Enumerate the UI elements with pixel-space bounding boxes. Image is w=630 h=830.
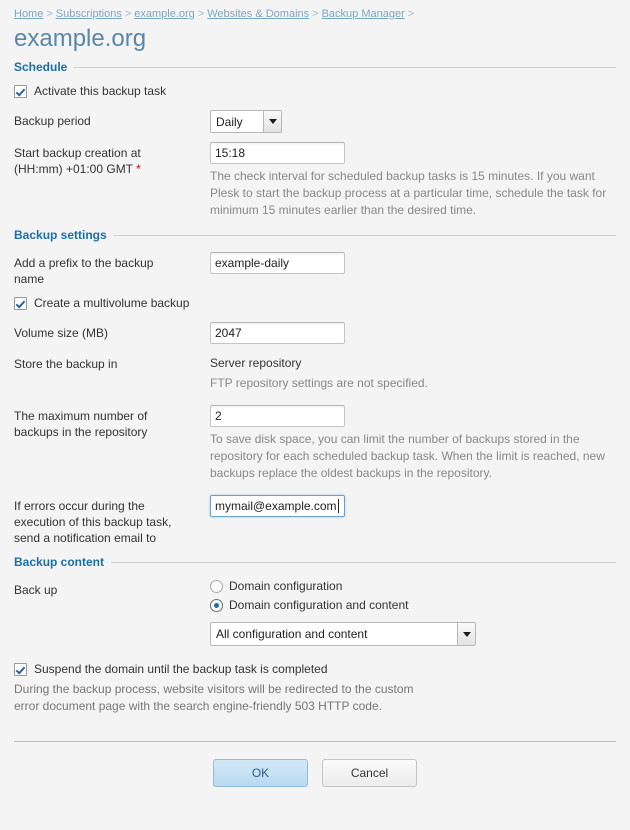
backup-task-settings-page: Home > Subscriptions > example.org > Websites … (0, 0, 630, 830)
max-backups-label: The maximum number of backups in the rep… (14, 405, 210, 440)
section-divider (113, 234, 616, 236)
radio-domain-configuration-and-content-label: Domain configuration and content (229, 598, 409, 612)
chevron-down-icon[interactable] (457, 623, 475, 645)
text-caret (337, 499, 339, 513)
store-backup-in-value: Server repository (210, 356, 302, 370)
breadcrumb-separator: > (407, 8, 415, 20)
breadcrumb-item-subscriptions[interactable]: Subscriptions (56, 8, 122, 20)
input-max-backups-value: 2 (215, 409, 222, 423)
breadcrumb-separator: > (46, 8, 53, 20)
start-backup-time-hint: The check interval for scheduled backup … (210, 169, 607, 217)
input-backup-prefix-value: example-daily (215, 256, 290, 270)
start-backup-time-label-line1: Start backup creation at (14, 146, 141, 160)
footer-buttons: OK Cancel (14, 759, 616, 787)
start-backup-time-row: Start backup creation at (HH:mm) +01:00 … (14, 142, 616, 219)
input-backup-prefix[interactable]: example-daily (210, 252, 345, 274)
volume-size-row: Volume size (MB) 2047 (14, 322, 616, 344)
volume-size-label: Volume size (MB) (14, 326, 109, 340)
input-max-backups[interactable]: 2 (210, 405, 345, 427)
footer-divider (14, 741, 616, 742)
breadcrumb-item-backup-manager[interactable]: Backup Manager (322, 8, 405, 20)
breadcrumb-item-home[interactable]: Home (14, 8, 43, 20)
input-notification-email[interactable]: mymail@example.com (210, 495, 345, 517)
activate-backup-task-row[interactable]: Activate this backup task (14, 84, 616, 99)
notification-email-label-line1: If errors occur during the (14, 499, 145, 513)
breadcrumb-item-example-org[interactable]: example.org (134, 8, 195, 20)
breadcrumb-separator: > (197, 8, 205, 20)
back-up-options-row: Back up Domain configuration Domain conf… (14, 579, 616, 646)
input-volume-size-value: 2047 (215, 326, 242, 340)
select-backup-period-value: Daily (211, 111, 263, 132)
section-title-backup-settings: Backup settings (14, 228, 107, 242)
max-backups-hint: To save disk space, you can limit the nu… (210, 432, 605, 480)
start-backup-time-label-line2: (HH:mm) +01:00 GMT (14, 162, 133, 176)
section-divider (111, 561, 616, 563)
activate-backup-task-label: Activate this backup task (34, 84, 167, 98)
radio-domain-configuration[interactable] (210, 580, 223, 593)
backup-prefix-field: example-daily (210, 252, 616, 274)
section-header-schedule: Schedule (14, 60, 616, 74)
notification-email-label: If errors occur during the execution of … (14, 495, 210, 546)
backup-period-field: Daily (210, 110, 616, 133)
suspend-domain-row[interactable]: Suspend the domain until the backup task… (14, 662, 616, 677)
section-title-backup-content: Backup content (14, 555, 105, 569)
section-header-backup-settings: Backup settings (14, 228, 616, 242)
select-backup-period[interactable]: Daily (210, 110, 282, 133)
start-backup-time-field: 15:18 The check interval for scheduled b… (210, 142, 616, 219)
store-backup-in-field: Server repository FTP repository setting… (210, 353, 616, 392)
breadcrumb-separator: > (312, 8, 319, 20)
checkbox-create-multivolume-backup[interactable] (14, 297, 27, 310)
section-header-backup-content: Backup content (14, 555, 616, 569)
checkbox-activate-backup-task[interactable] (14, 85, 27, 98)
input-volume-size[interactable]: 2047 (210, 322, 345, 344)
checkbox-suspend-domain[interactable] (14, 663, 27, 676)
cancel-button[interactable]: Cancel (322, 759, 417, 787)
radio-domain-configuration-and-content[interactable] (210, 599, 223, 612)
store-backup-in-row: Store the backup in Server repository FT… (14, 353, 616, 392)
start-backup-time-label: Start backup creation at (HH:mm) +01:00 … (14, 142, 210, 177)
radio-row-domain-configuration[interactable]: Domain configuration (210, 579, 616, 594)
notification-email-row: If errors occur during the execution of … (14, 495, 616, 546)
content-select-wrapper: All configuration and content (210, 622, 616, 646)
radio-domain-configuration-label: Domain configuration (229, 579, 343, 593)
backup-prefix-row: Add a prefix to the backup name example-… (14, 252, 616, 287)
backup-period-row: Backup period Daily (14, 110, 616, 133)
select-backup-content[interactable]: All configuration and content (210, 622, 476, 646)
notification-email-label-line3: send a notification email to (14, 531, 157, 545)
store-backup-in-hint: FTP repository settings are not specifie… (210, 376, 428, 390)
backup-prefix-label-line1: Add a prefix to the backup (14, 256, 154, 270)
notification-email-label-line2: execution of this backup task, (14, 515, 172, 529)
max-backups-row: The maximum number of backups in the rep… (14, 405, 616, 482)
back-up-options-field: Domain configuration Domain configuratio… (210, 579, 616, 646)
store-backup-in-label: Store the backup in (14, 357, 118, 371)
ok-button[interactable]: OK (213, 759, 308, 787)
backup-prefix-label: Add a prefix to the backup name (14, 252, 210, 287)
chevron-down-icon[interactable] (263, 111, 281, 132)
select-backup-content-value: All configuration and content (211, 623, 457, 645)
radio-row-domain-configuration-and-content[interactable]: Domain configuration and content (210, 598, 616, 613)
multivolume-backup-label: Create a multivolume backup (34, 296, 190, 310)
breadcrumb-item-websites-and-domains[interactable]: Websites & Domains (207, 8, 309, 20)
required-marker: * (136, 162, 141, 176)
breadcrumb: Home > Subscriptions > example.org > Websites … (14, 0, 616, 21)
backup-period-label: Backup period (14, 114, 91, 128)
input-notification-email-value: mymail@example.com (215, 499, 337, 513)
suspend-domain-label: Suspend the domain until the backup task… (34, 662, 328, 676)
max-backups-label-line1: The maximum number of (14, 409, 148, 423)
volume-size-field: 2047 (210, 322, 616, 344)
breadcrumb-separator: > (124, 8, 132, 20)
max-backups-label-line2: backups in the repository (14, 425, 148, 439)
section-divider (74, 66, 616, 68)
page-title: example.org (14, 25, 147, 52)
suspend-domain-hint: During the backup process, website visit… (14, 682, 414, 713)
input-start-backup-time[interactable]: 15:18 (210, 142, 345, 164)
section-title-schedule: Schedule (14, 60, 68, 74)
input-start-backup-time-value: 15:18 (215, 146, 246, 160)
max-backups-field: 2 To save disk space, you can limit the … (210, 405, 616, 482)
multivolume-backup-row[interactable]: Create a multivolume backup (14, 296, 616, 311)
notification-email-field: mymail@example.com (210, 495, 616, 517)
back-up-label: Back up (14, 583, 58, 597)
backup-prefix-label-line2: name (14, 272, 45, 286)
